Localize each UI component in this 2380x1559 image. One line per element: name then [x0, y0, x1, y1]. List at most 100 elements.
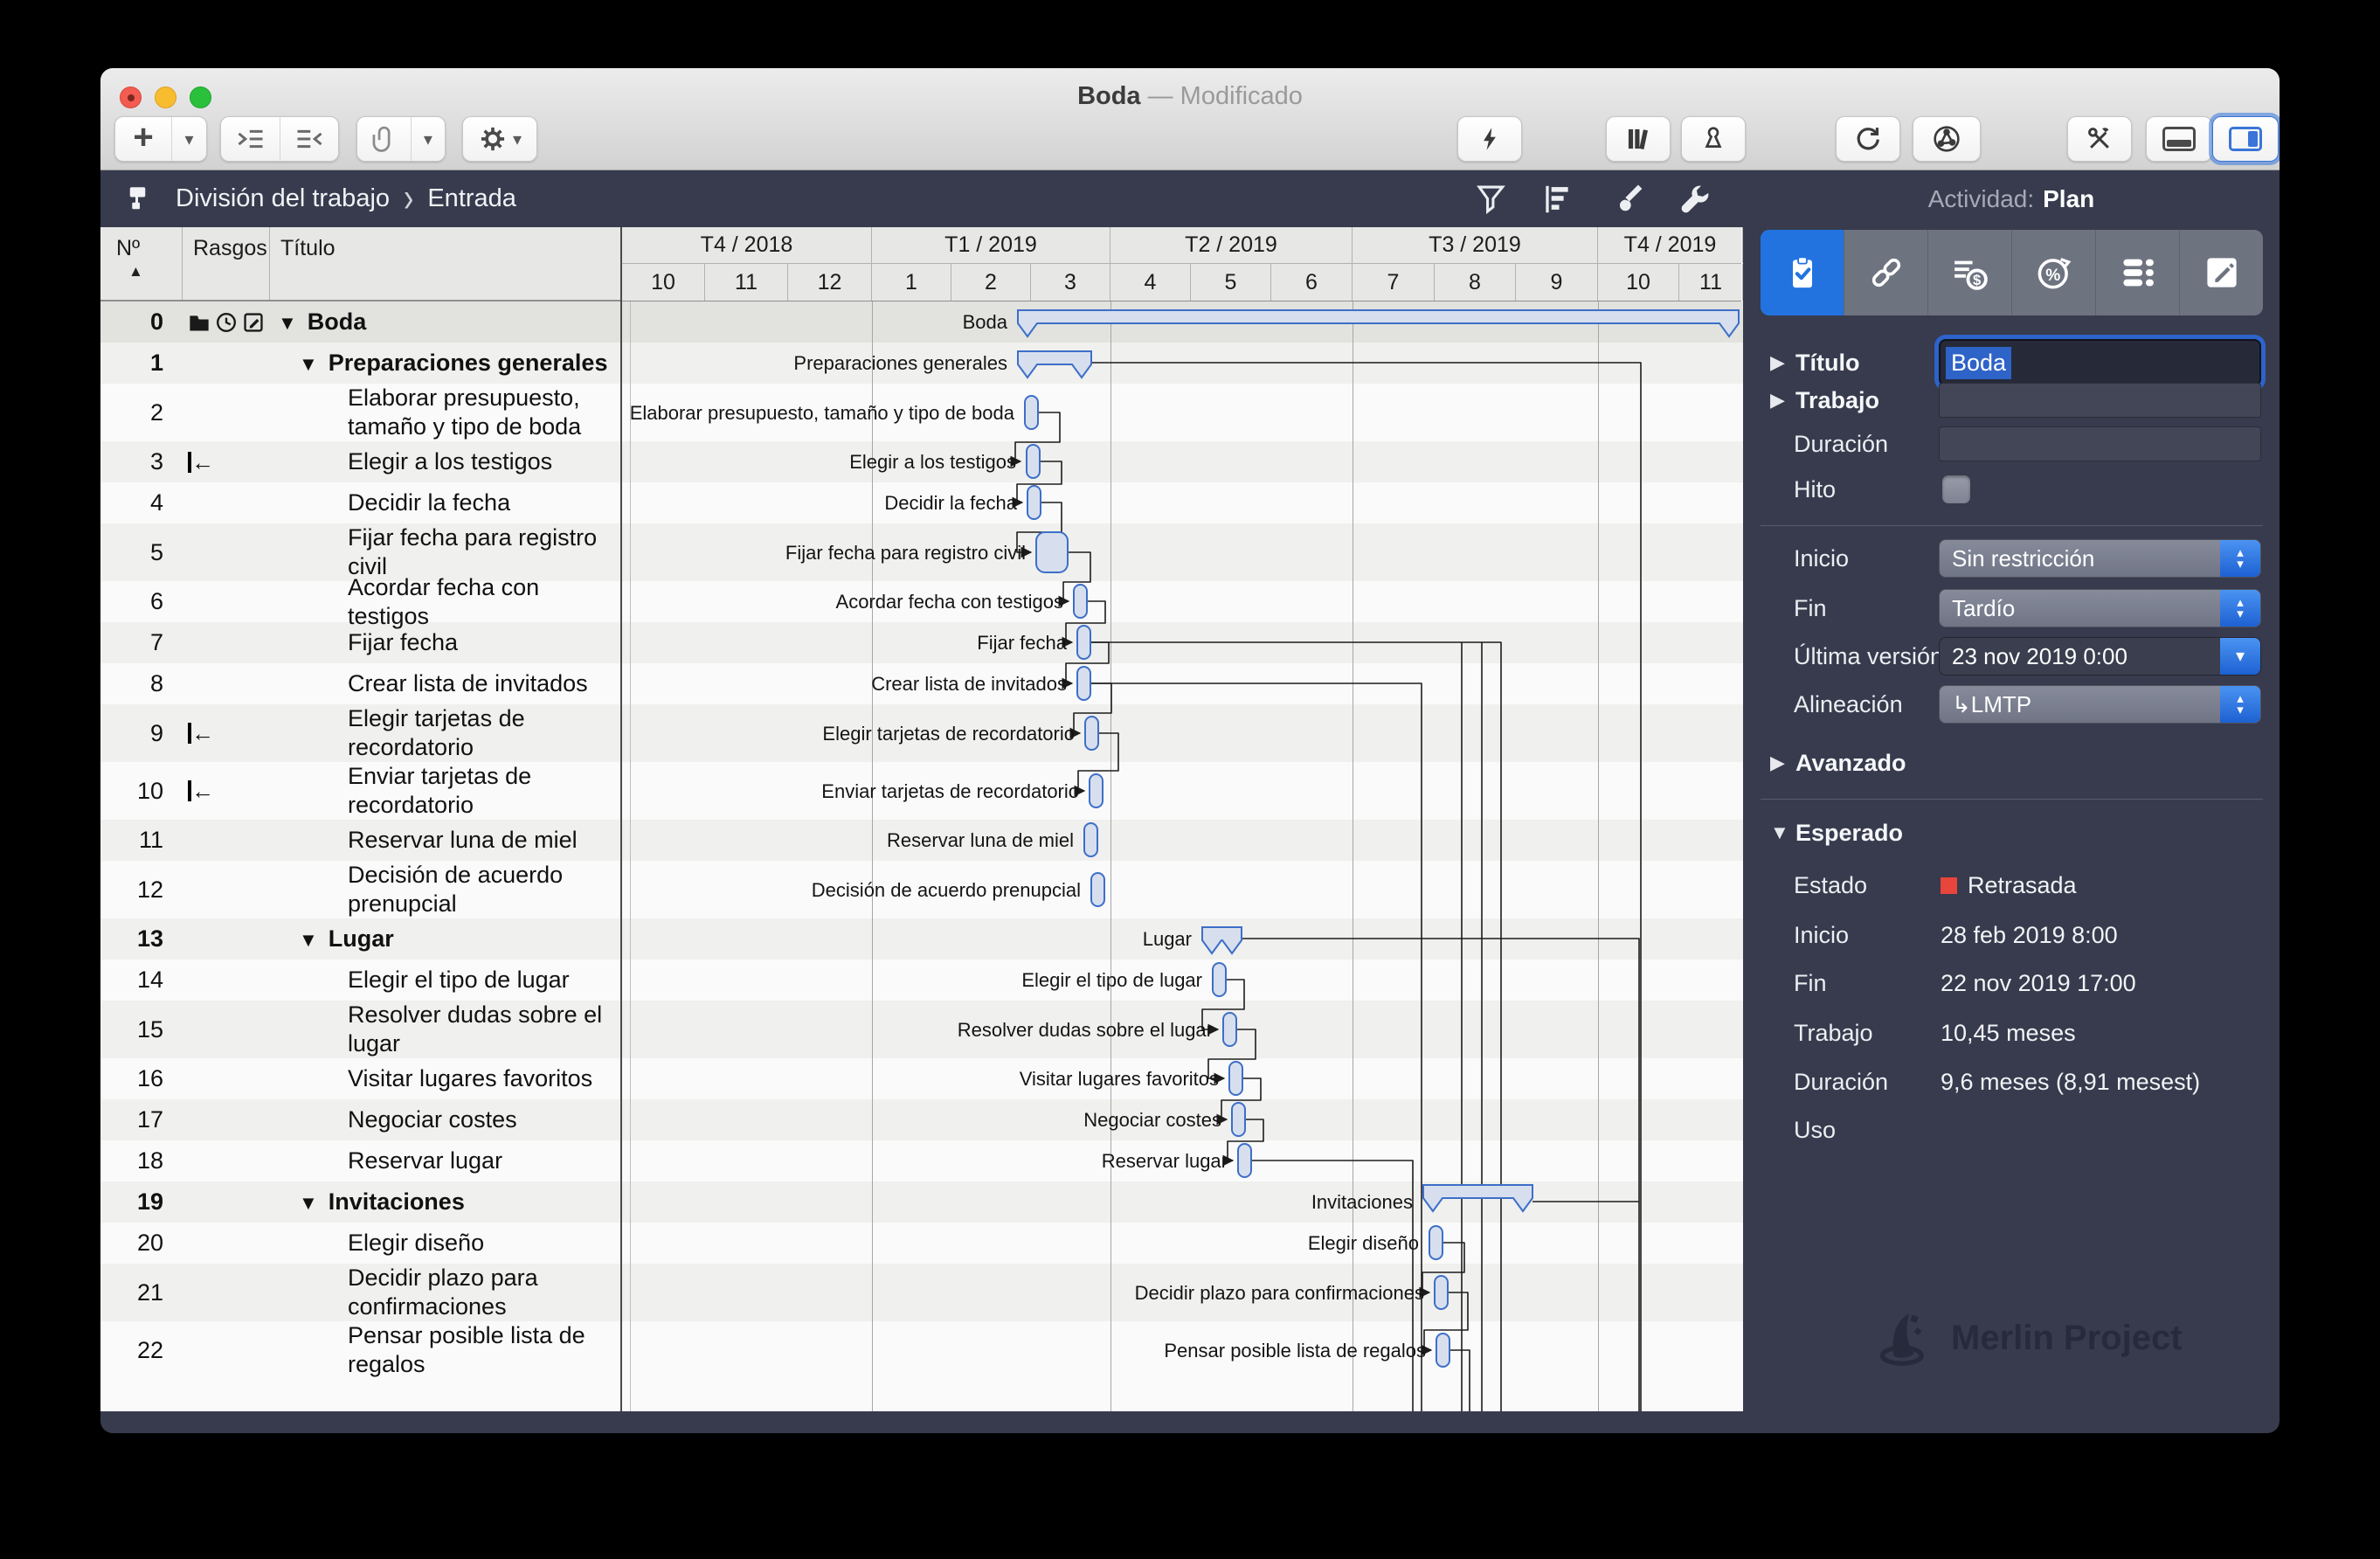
table-row[interactable]: 3←Elegir a los testigos: [100, 441, 620, 482]
bottom-panel-button[interactable]: [2146, 116, 2212, 162]
gantt-task-bar[interactable]: [1027, 445, 1040, 478]
gantt-task-bar[interactable]: [1036, 532, 1068, 572]
table-row[interactable]: 0▼Boda: [100, 301, 620, 343]
month-header: 5: [1191, 264, 1271, 301]
table-row[interactable]: 12Decisión de acuerdo prenupcial: [100, 861, 620, 918]
table-row[interactable]: 4Decidir la fecha: [100, 482, 620, 523]
inicio-select[interactable]: Sin restricción ▴▾: [1939, 539, 2261, 578]
disclosure-triangle[interactable]: ▼: [299, 1188, 318, 1217]
style-brush-icon[interactable]: [1609, 183, 1643, 216]
right-panel-button[interactable]: [2212, 116, 2279, 162]
titulo-input[interactable]: Boda: [1939, 339, 2261, 386]
gantt-task-bar[interactable]: [1090, 774, 1103, 807]
gantt-task-bar[interactable]: [1027, 486, 1041, 519]
gantt-task-bar[interactable]: [1435, 1276, 1448, 1309]
gantt-task-bar[interactable]: [1229, 1062, 1242, 1095]
table-row[interactable]: 19▼Invitaciones: [100, 1181, 620, 1223]
gantt-task-bar[interactable]: [1074, 585, 1087, 618]
gantt-task-bar[interactable]: [1429, 1226, 1443, 1259]
disclosure-triangle[interactable]: ▼: [278, 308, 297, 337]
tab-info[interactable]: [1761, 230, 1844, 315]
activity-button[interactable]: [1457, 116, 1522, 162]
settings-wrench-icon[interactable]: [1678, 183, 1712, 216]
gantt-task-bar[interactable]: [1091, 873, 1104, 906]
disclosure-triangle[interactable]: ▶: [1770, 752, 1785, 774]
fin-select[interactable]: Tardío ▴▾: [1939, 589, 2261, 627]
section-avanzado[interactable]: ▶ Avanzado: [1743, 744, 2280, 782]
tab-cost[interactable]: $: [1927, 230, 2011, 315]
field-row-duracion: Duración: [1743, 425, 2280, 463]
quarter-header: T4 / 2019: [1598, 227, 1743, 263]
sync-button[interactable]: [1836, 116, 1900, 162]
disclosure-triangle[interactable]: ▼: [299, 350, 318, 378]
settings-button[interactable]: ▾: [462, 116, 537, 162]
table-row[interactable]: 16Visitar lugares favoritos: [100, 1058, 620, 1099]
table-row[interactable]: 21Decidir plazo para confirmaciones: [100, 1264, 620, 1321]
alineacion-select[interactable]: ↳LMTP ▴▾: [1939, 685, 2261, 724]
table-row[interactable]: 17Negociar costes: [100, 1099, 620, 1140]
add-menu-button[interactable]: ▾: [171, 117, 206, 161]
ultima-version-select[interactable]: 23 nov 2019 0:00 ▾: [1939, 637, 2261, 676]
row-number: 5: [100, 539, 183, 566]
tab-progress[interactable]: %: [2011, 230, 2095, 315]
gantt-task-bar[interactable]: [1238, 1144, 1251, 1177]
table-row[interactable]: 18Reservar lugar: [100, 1140, 620, 1181]
row-number: 16: [100, 1065, 183, 1092]
gantt-task-bar[interactable]: [1213, 963, 1226, 996]
add-button[interactable]: +: [115, 117, 171, 161]
attachment-menu-button[interactable]: ▾: [411, 117, 445, 161]
column-header-titulo[interactable]: Título: [270, 227, 620, 300]
gantt-row-band: [622, 704, 1743, 762]
disclosure-triangle[interactable]: ▼: [299, 925, 318, 954]
column-header-no[interactable]: Nº ▲: [100, 227, 183, 300]
gantt-task-bar[interactable]: [1223, 1013, 1236, 1046]
resources-button[interactable]: [1681, 116, 1746, 162]
table-row[interactable]: 15Resolver dudas sobre el lugar: [100, 1001, 620, 1058]
table-row[interactable]: 22Pensar posible lista de regalos: [100, 1321, 620, 1379]
tools-button[interactable]: [2067, 116, 2132, 162]
network-button[interactable]: [1913, 116, 1981, 162]
duracion-input[interactable]: [1939, 426, 2261, 461]
resource-icon: [1699, 125, 1727, 153]
gantt-task-bar[interactable]: [1436, 1334, 1449, 1367]
table-row[interactable]: 6Acordar fecha con testigos: [100, 581, 620, 622]
hito-checkbox[interactable]: [1942, 475, 1970, 503]
table-row[interactable]: 1▼Preparaciones generales: [100, 343, 620, 384]
table-row[interactable]: 14Elegir el tipo de lugar: [100, 960, 620, 1001]
table-row[interactable]: 20Elegir diseño: [100, 1223, 620, 1264]
gantt-task-bar[interactable]: [1077, 667, 1090, 700]
disclosure-triangle[interactable]: ▼: [1770, 821, 1789, 844]
trabajo-input[interactable]: [1939, 383, 2261, 418]
tab-links[interactable]: [1844, 230, 1927, 315]
library-button[interactable]: [1606, 116, 1671, 162]
table-row[interactable]: 8Crear lista de invitados: [100, 663, 620, 704]
indent-button[interactable]: [221, 117, 280, 161]
tab-columns[interactable]: [2095, 230, 2179, 315]
table-row[interactable]: 10←Enviar tarjetas de recordatorio: [100, 762, 620, 820]
disclosure-triangle[interactable]: ▶: [1770, 351, 1785, 374]
attachment-button[interactable]: [357, 117, 411, 161]
gantt-task-bar[interactable]: [1232, 1103, 1245, 1136]
gantt-task-bar[interactable]: [1084, 823, 1097, 856]
breadcrumb-mode[interactable]: Entrada: [427, 184, 516, 213]
gantt-row-label: Elegir diseño: [1308, 1232, 1419, 1254]
gantt-task-bar[interactable]: [1025, 396, 1038, 429]
row-number: 21: [100, 1279, 183, 1306]
column-header-rasgos[interactable]: Rasgos: [183, 227, 270, 300]
outdent-button[interactable]: [280, 117, 338, 161]
breadcrumb-view[interactable]: División del trabajo: [176, 184, 390, 213]
gantt-task-bar[interactable]: [1077, 626, 1090, 659]
gantt-task-bar[interactable]: [1085, 717, 1098, 750]
section-esperado[interactable]: ▼ Esperado: [1743, 814, 2280, 852]
table-row[interactable]: 13▼Lugar: [100, 918, 620, 960]
table-row[interactable]: 7Fijar fecha: [100, 622, 620, 663]
table-row[interactable]: 9←Elegir tarjetas de recordatorio: [100, 704, 620, 762]
table-row[interactable]: 11Reservar luna de miel: [100, 820, 620, 861]
filter-icon[interactable]: [1475, 183, 1508, 216]
table-row[interactable]: 2Elaborar presupuesto, tamaño y tipo de …: [100, 384, 620, 441]
group-icon[interactable]: [1540, 183, 1574, 216]
stepper-icon: ▴▾: [2220, 590, 2260, 627]
disclosure-triangle[interactable]: ▶: [1770, 389, 1785, 412]
tab-notes[interactable]: [2179, 230, 2263, 315]
quarter-header: T1 / 2019: [872, 227, 1110, 263]
